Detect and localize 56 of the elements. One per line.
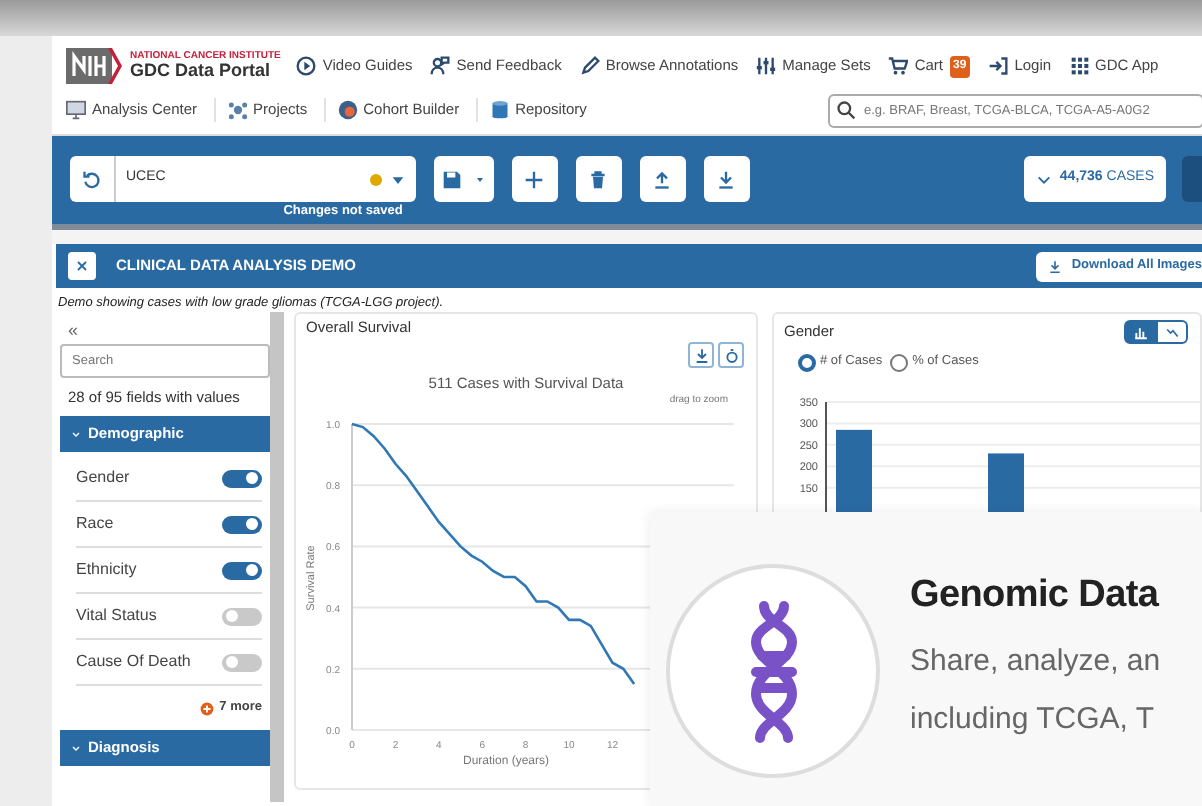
save-icon <box>441 169 462 189</box>
chevron-down-icon <box>70 742 82 754</box>
download-icon <box>716 169 737 189</box>
pencil-icon <box>579 56 600 76</box>
delete-button[interactable] <box>575 156 622 202</box>
chevron-down-icon <box>70 428 82 440</box>
field-label: Gender <box>76 466 130 490</box>
promo-text: including TCGA, T <box>910 700 1156 740</box>
add-button[interactable] <box>511 156 558 202</box>
export-button[interactable] <box>703 156 750 202</box>
radio-button[interactable] <box>798 353 816 371</box>
promo-title: Genomic Data <box>910 572 1161 620</box>
field-label: Cause Of Death <box>76 650 191 674</box>
cohort-icon <box>337 100 358 120</box>
promo-text: Share, analyze, an <box>910 641 1161 681</box>
field-label: Vital Status <box>76 604 157 628</box>
play-icon <box>296 56 317 76</box>
molecule-icon <box>227 100 248 120</box>
upload-icon <box>652 169 673 189</box>
login-icon <box>988 56 1009 76</box>
collapse-sidebar-button[interactable]: « <box>60 316 84 344</box>
reset-icon <box>723 347 739 363</box>
chart-view-toggle[interactable] <box>1156 320 1188 344</box>
undo-button[interactable] <box>70 156 116 202</box>
portal-title[interactable]: GDC Data Portal <box>130 62 281 80</box>
sliders-icon <box>756 56 777 76</box>
toggle-switch[interactable] <box>222 515 262 533</box>
close-icon <box>74 258 90 274</box>
database-icon <box>489 100 510 120</box>
toggle-switch[interactable] <box>222 469 262 487</box>
field-label: Ethnicity <box>76 558 137 582</box>
download-button[interactable] <box>688 342 714 368</box>
scrollbar[interactable] <box>270 312 284 802</box>
save-button[interactable] <box>434 156 494 202</box>
download-icon <box>693 347 709 363</box>
radio-button[interactable] <box>890 353 909 371</box>
toggle-switch[interactable] <box>222 607 262 625</box>
download-icon <box>1047 259 1062 273</box>
close-button[interactable] <box>68 252 96 280</box>
monitor-icon <box>66 100 86 120</box>
cart-icon <box>888 56 909 76</box>
nih-logo-icon <box>66 48 124 84</box>
import-button[interactable] <box>639 156 686 202</box>
bar-chart-icon <box>1133 325 1147 339</box>
trash-icon <box>588 169 609 189</box>
line-chart-icon <box>1165 325 1179 339</box>
plus-icon <box>524 169 545 189</box>
undo-icon <box>82 169 102 189</box>
reset-button[interactable] <box>718 342 744 368</box>
chart-view-toggle[interactable] <box>1124 320 1156 344</box>
grid-icon <box>1069 56 1090 76</box>
plus-circle-icon <box>199 701 214 715</box>
toggle-switch[interactable] <box>222 653 262 671</box>
feedback-icon <box>430 56 451 76</box>
toggle-switch[interactable] <box>222 561 262 579</box>
field-label: Race <box>76 512 114 536</box>
